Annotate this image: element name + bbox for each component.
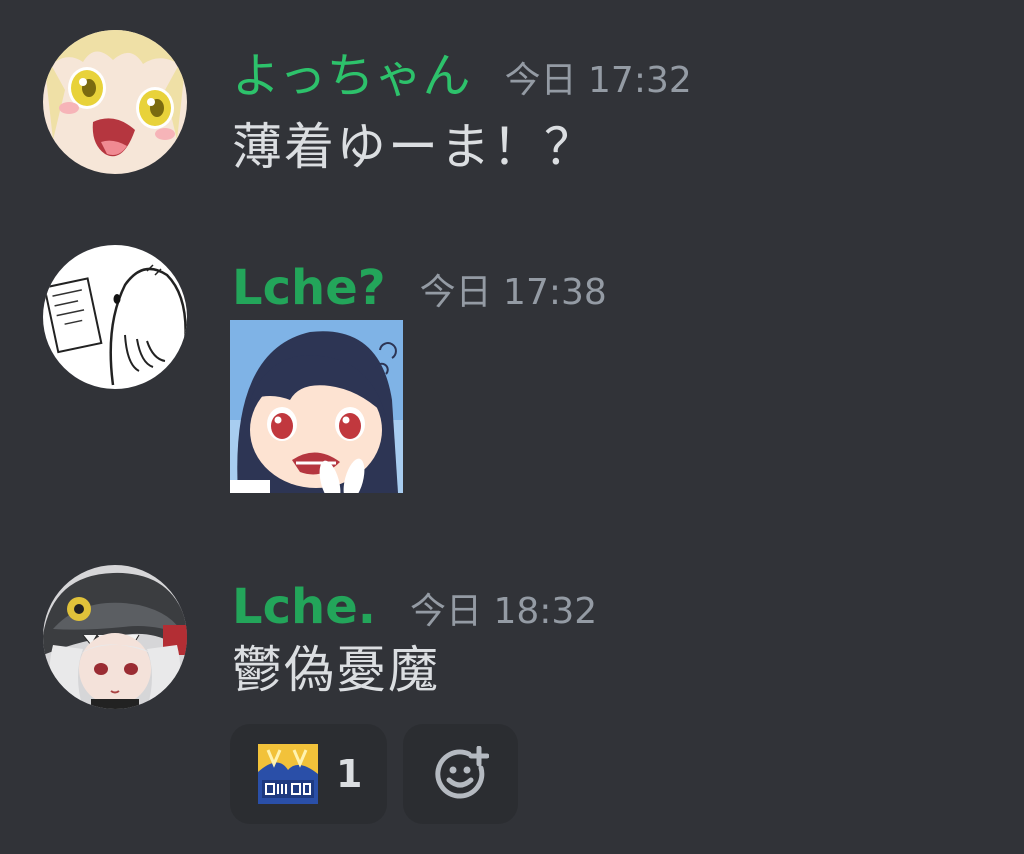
message-timestamp: 今日 17:38 <box>419 272 607 313</box>
reaction-button[interactable]: 1 <box>230 724 387 824</box>
add-reaction-button[interactable] <box>403 724 518 824</box>
username[interactable]: Lche. <box>232 583 376 631</box>
add-reaction-icon <box>434 746 489 799</box>
user-avatar[interactable] <box>43 245 187 389</box>
message-timestamp: 今日 18:32 <box>410 591 598 632</box>
reaction-count: 1 <box>336 752 363 796</box>
user-avatar[interactable] <box>43 30 187 174</box>
message-timestamp: 今日 17:32 <box>504 60 692 101</box>
custom-emoji-icon <box>258 744 318 804</box>
ghost-sketch-avatar-icon <box>43 245 187 389</box>
user-avatar[interactable] <box>43 565 187 709</box>
message-text: 鬱偽憂魔 <box>232 641 440 699</box>
message-text: 薄着ゆーま！？ <box>232 118 596 176</box>
reaction-bar: 1 <box>230 724 518 824</box>
sticker-image[interactable] <box>230 320 403 493</box>
username[interactable]: よっちゃん <box>232 52 471 100</box>
anime-girl-sticker-icon <box>230 320 403 493</box>
username[interactable]: Lche? <box>232 264 386 312</box>
dinosaur-hood-girl-avatar-icon <box>43 565 187 709</box>
chat-view: よっちゃん 今日 17:32 薄着ゆーま！？ Lche? 今日 17:38 Lc… <box>0 0 1024 854</box>
anime-girl-avatar-icon <box>43 30 187 174</box>
